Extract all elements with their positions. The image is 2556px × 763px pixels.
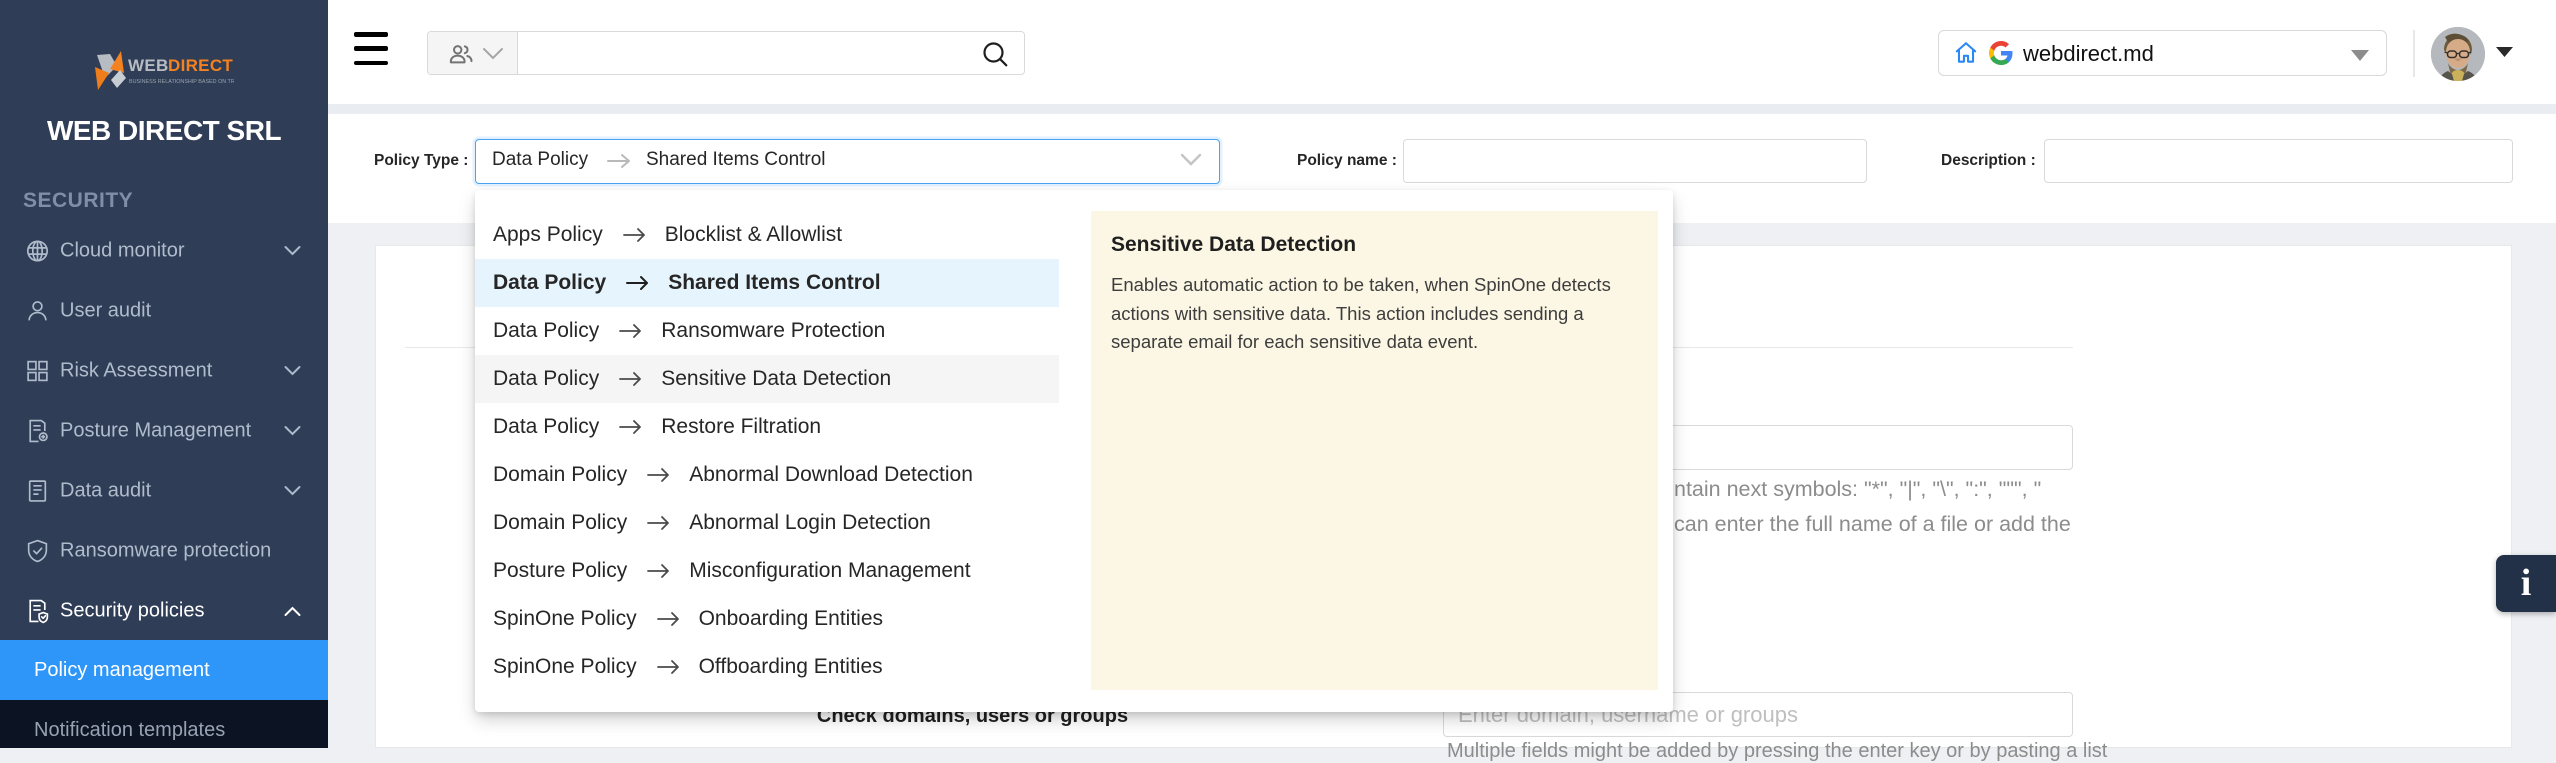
svg-text:WEB: WEB (128, 56, 169, 75)
svg-text:BUSINESS RELATIONSHIP BASED ON: BUSINESS RELATIONSHIP BASED ON TRUST (129, 79, 234, 85)
svg-text:DIRECT: DIRECT (168, 56, 233, 75)
